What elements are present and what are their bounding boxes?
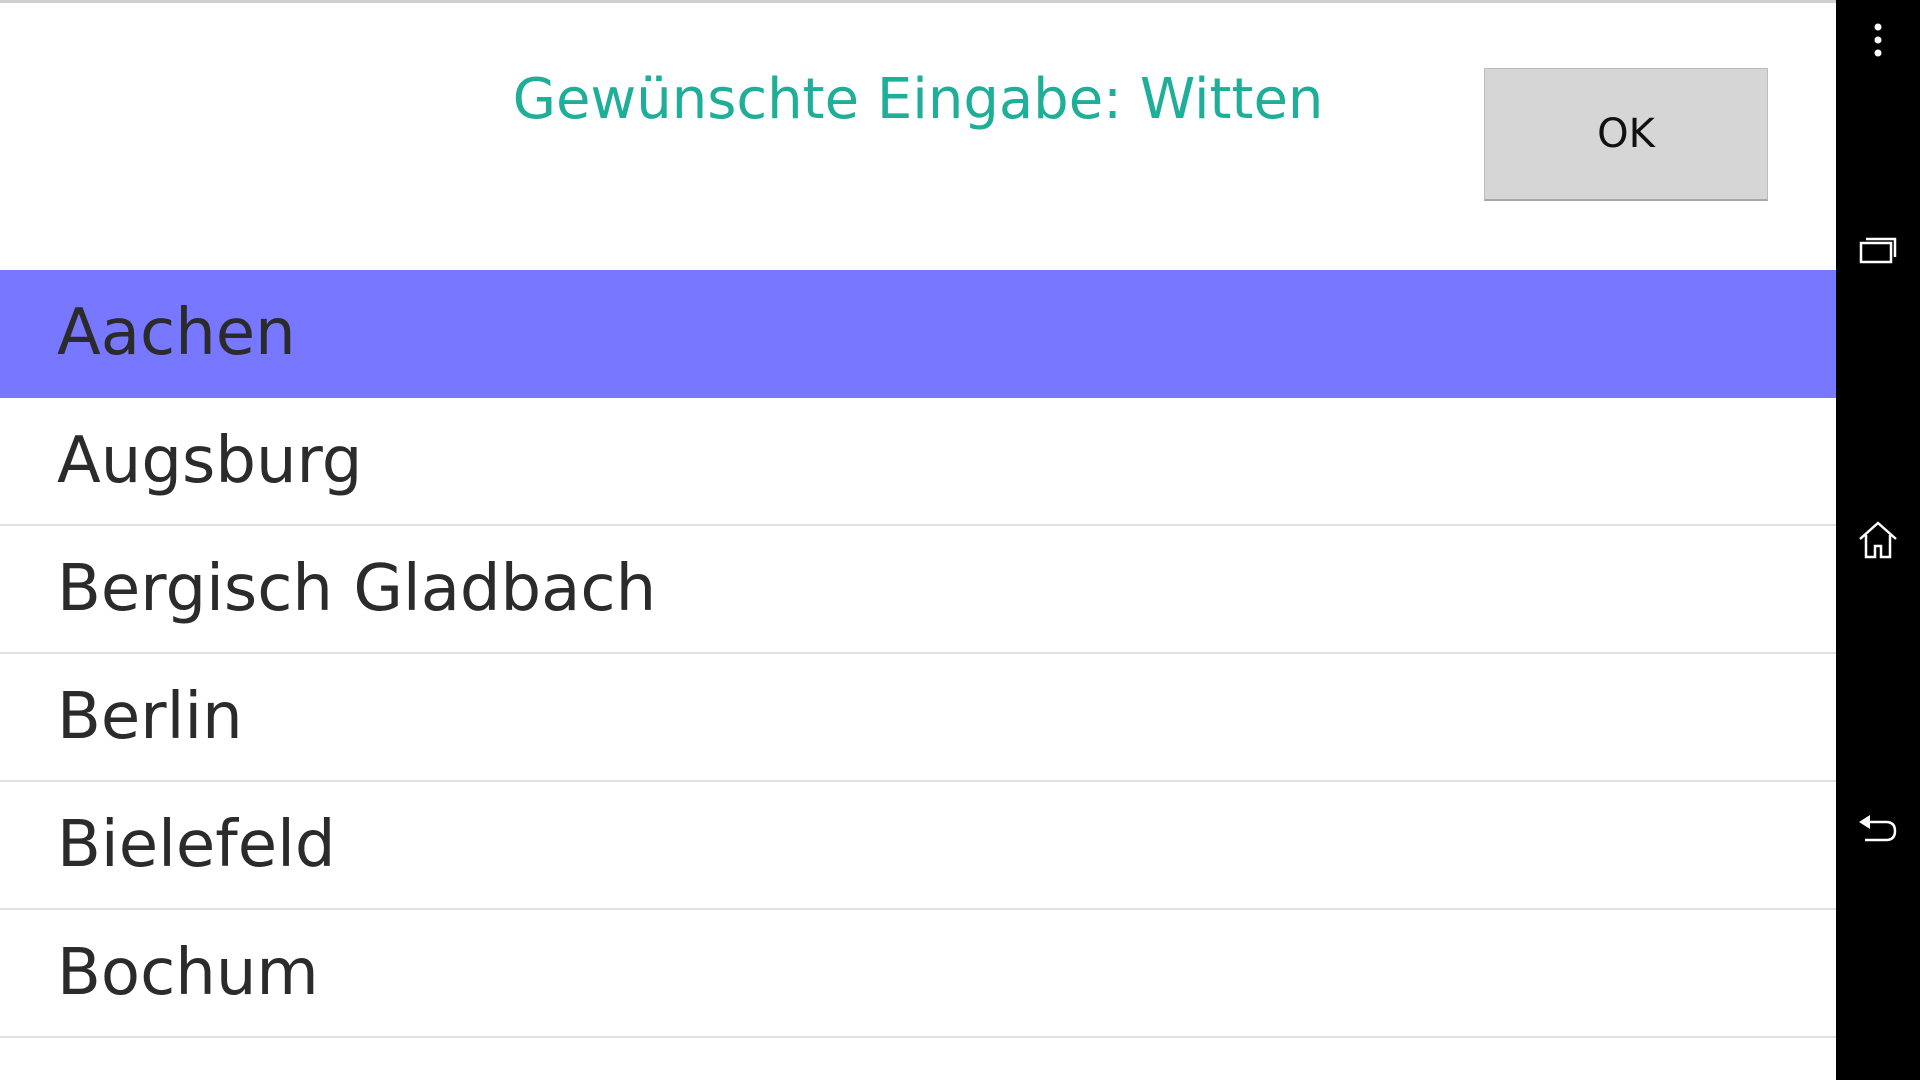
back-button[interactable] <box>1836 800 1920 860</box>
ok-button[interactable]: OK <box>1484 68 1768 201</box>
list-item[interactable]: Augsburg <box>0 398 1836 526</box>
overflow-menu-button[interactable] <box>1836 10 1920 70</box>
list-item[interactable]: Bergisch Gladbach <box>0 526 1836 654</box>
city-list: Aachen Augsburg Bergisch Gladbach Berlin… <box>0 270 1836 1038</box>
home-button[interactable] <box>1836 510 1920 570</box>
recent-apps-icon <box>1859 237 1897 264</box>
list-item[interactable]: Berlin <box>0 654 1836 782</box>
home-icon <box>1859 521 1897 559</box>
recent-apps-button[interactable] <box>1836 220 1920 280</box>
overflow-menu-icon <box>1874 23 1882 57</box>
list-item[interactable]: Bochum <box>0 910 1836 1038</box>
list-item[interactable]: Aachen <box>0 270 1836 398</box>
list-item[interactable]: Bielefeld <box>0 782 1836 910</box>
screen: Gewünschte Eingabe: Witten OK Aachen Aug… <box>0 0 1920 1080</box>
system-navigation-bar <box>1836 0 1920 1080</box>
back-icon <box>1859 815 1897 842</box>
app-content: Gewünschte Eingabe: Witten OK Aachen Aug… <box>0 0 1836 1080</box>
header: Gewünschte Eingabe: Witten OK <box>0 0 1836 270</box>
